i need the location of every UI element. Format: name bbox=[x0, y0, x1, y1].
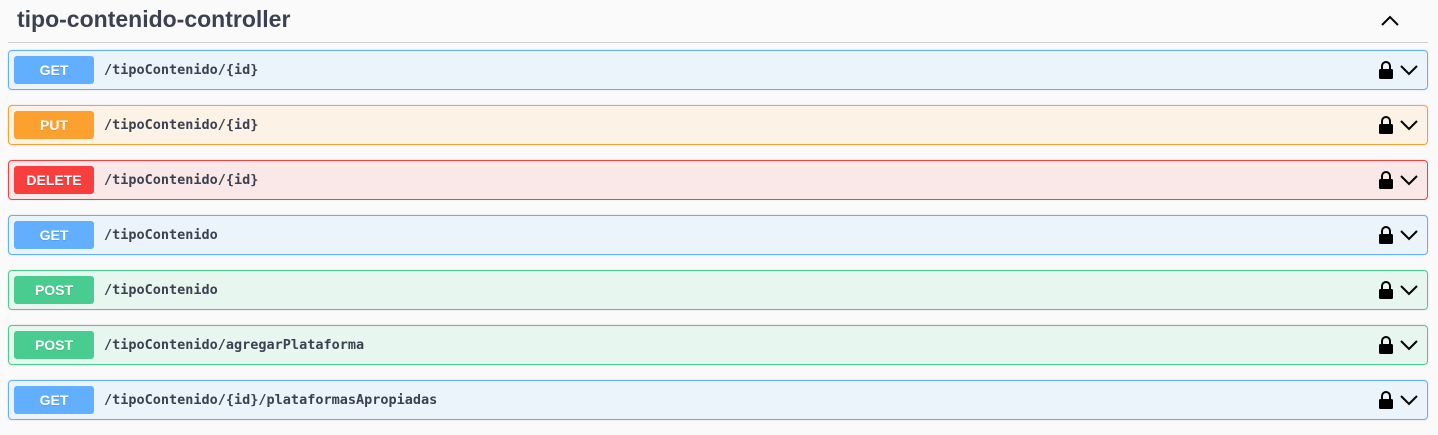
operation-path: /tipoContenido/{id} bbox=[104, 172, 259, 188]
chevron-down-icon[interactable] bbox=[1399, 170, 1419, 190]
collapse-button[interactable] bbox=[1370, 1, 1410, 41]
chevron-down-icon[interactable] bbox=[1399, 390, 1419, 410]
method-badge: POST bbox=[14, 276, 94, 304]
lock-icon[interactable] bbox=[1377, 335, 1395, 355]
operation-delete-tipocontenido-id[interactable]: DELETE /tipoContenido/{id} bbox=[8, 160, 1428, 200]
method-badge: PUT bbox=[14, 111, 94, 139]
operation-put-tipocontenido-id[interactable]: PUT /tipoContenido/{id} bbox=[8, 105, 1428, 145]
method-badge: GET bbox=[14, 56, 94, 84]
lock-icon[interactable] bbox=[1377, 60, 1395, 80]
operation-path: /tipoContenido/{id} bbox=[104, 117, 259, 133]
chevron-down-icon[interactable] bbox=[1399, 280, 1419, 300]
operations-list: GET /tipoContenido/{id} PUT /tipoConteni… bbox=[8, 50, 1428, 435]
operation-path: /tipoContenido bbox=[104, 282, 218, 298]
chevron-up-icon bbox=[1381, 15, 1399, 26]
operation-get-plataformas-apropiadas[interactable]: GET /tipoContenido/{id}/plataformasAprop… bbox=[8, 380, 1428, 420]
lock-icon[interactable] bbox=[1377, 225, 1395, 245]
lock-icon[interactable] bbox=[1377, 390, 1395, 410]
chevron-down-icon[interactable] bbox=[1399, 225, 1419, 245]
operation-post-agregar-plataforma[interactable]: POST /tipoContenido/agregarPlataforma bbox=[8, 325, 1428, 365]
chevron-down-icon[interactable] bbox=[1399, 60, 1419, 80]
method-badge: GET bbox=[14, 386, 94, 414]
chevron-down-icon[interactable] bbox=[1399, 335, 1419, 355]
operation-get-tipocontenido-id[interactable]: GET /tipoContenido/{id} bbox=[8, 50, 1428, 90]
section-title: tipo-contenido-controller bbox=[17, 5, 291, 32]
lock-icon[interactable] bbox=[1377, 170, 1395, 190]
operation-get-tipocontenido[interactable]: GET /tipoContenido bbox=[8, 215, 1428, 255]
operation-path: /tipoContenido/{id}/plataformasApropiada… bbox=[104, 392, 438, 408]
operation-path: /tipoContenido bbox=[104, 227, 218, 243]
method-badge: GET bbox=[14, 221, 94, 249]
operation-post-tipocontenido[interactable]: POST /tipoContenido bbox=[8, 270, 1428, 310]
method-badge: POST bbox=[14, 331, 94, 359]
method-badge: DELETE bbox=[14, 166, 94, 194]
operation-path: /tipoContenido/agregarPlataforma bbox=[104, 337, 365, 353]
lock-icon[interactable] bbox=[1377, 115, 1395, 135]
section-header[interactable]: tipo-contenido-controller bbox=[8, 0, 1428, 43]
operation-path: /tipoContenido/{id} bbox=[104, 62, 259, 78]
chevron-down-icon[interactable] bbox=[1399, 115, 1419, 135]
lock-icon[interactable] bbox=[1377, 280, 1395, 300]
